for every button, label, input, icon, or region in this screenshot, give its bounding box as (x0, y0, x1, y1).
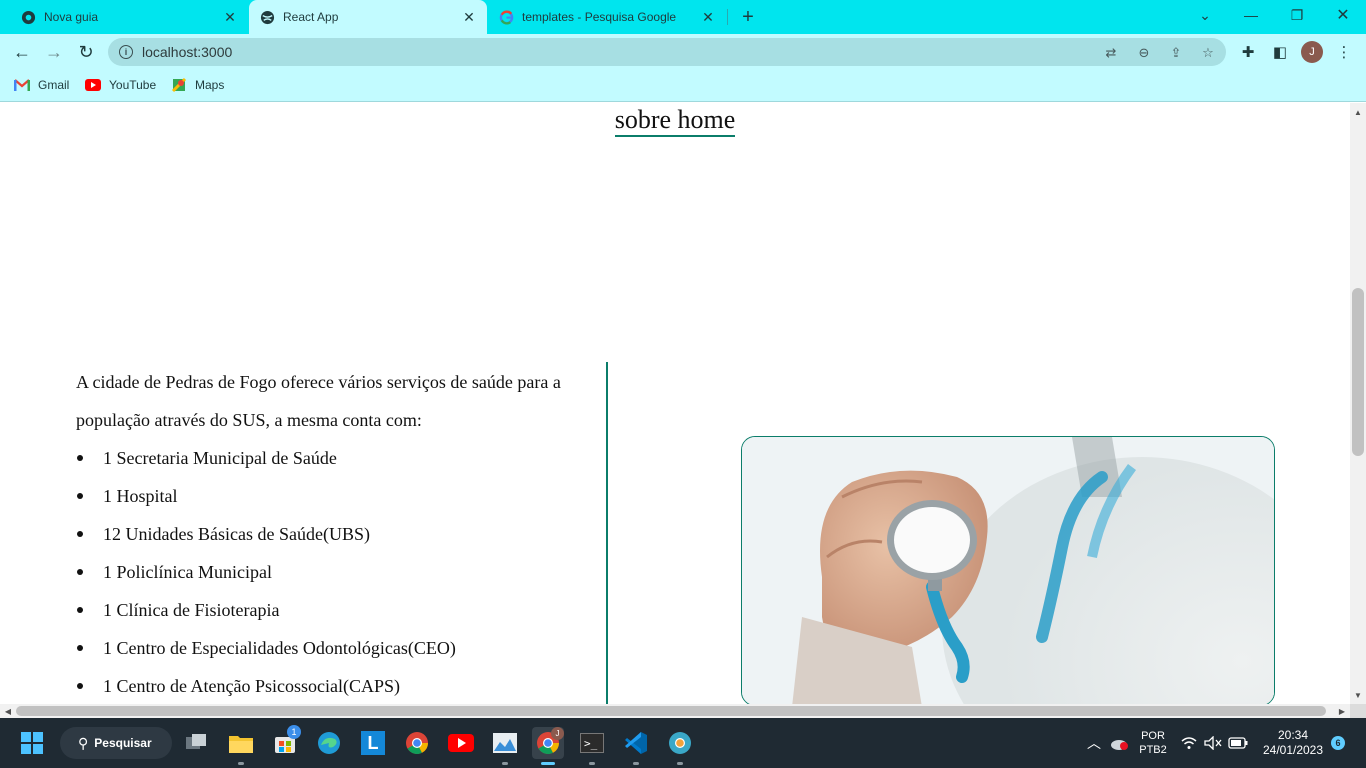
tab-title: React App (283, 10, 339, 24)
onedrive-icon[interactable] (1108, 718, 1130, 768)
restore-button[interactable]: ❐ (1274, 0, 1320, 30)
list-item: 12 Unidades Básicas de Saúde(UBS) (76, 515, 606, 553)
minimize-button[interactable]: — (1228, 0, 1274, 30)
scroll-corner (1350, 704, 1366, 718)
task-view-icon[interactable] (181, 727, 213, 759)
clock-time: 20:34 (1277, 728, 1309, 742)
close-tab-icon[interactable]: ✕ (698, 7, 718, 27)
keyboard-layout: PTB2 (1139, 744, 1167, 756)
bookmark-label: YouTube (109, 78, 157, 92)
bookmark-gmail[interactable]: Gmail (14, 77, 69, 93)
gmail-icon (14, 77, 30, 93)
vscode-icon[interactable] (620, 727, 652, 765)
list-item: 1 Hospital (76, 477, 606, 515)
terminal-icon[interactable]: >_ (576, 727, 608, 765)
services-text: A cidade de Pedras de Fogo oferece vário… (76, 363, 606, 704)
wifi-icon[interactable] (1180, 718, 1198, 768)
chrome-icon (20, 9, 36, 25)
list-item: 1 Policlínica Municipal (76, 553, 606, 591)
side-panel-icon[interactable]: ◧ (1270, 42, 1290, 62)
services-list: 1 Secretaria Municipal de Saúde 1 Hospit… (76, 439, 606, 704)
reload-button[interactable]: ↻ (72, 38, 100, 66)
bookmark-youtube[interactable]: YouTube (85, 77, 156, 93)
horizontal-scrollbar[interactable]: ◀ ▶ (0, 704, 1350, 718)
language-indicator[interactable]: POR PTB2 (1134, 718, 1172, 768)
bookmark-maps[interactable]: Maps (171, 77, 224, 93)
edge-icon[interactable] (313, 727, 345, 759)
scroll-down-icon[interactable]: ▼ (1350, 688, 1366, 702)
tab-react-app[interactable]: React App ✕ (249, 0, 487, 34)
search-icon: ⚲ (78, 734, 89, 751)
taskbar-search[interactable]: ⚲ Pesquisar (60, 727, 172, 759)
forward-button[interactable]: → (40, 38, 68, 66)
share-icon[interactable]: ⇪ (1167, 44, 1185, 62)
photos-icon[interactable] (489, 727, 521, 765)
list-item: 1 Secretaria Municipal de Saúde (76, 439, 606, 477)
scroll-right-icon[interactable]: ▶ (1335, 704, 1349, 718)
tab-nova-guia[interactable]: Nova guia ✕ (0, 0, 248, 34)
chrome-taskbar-icon[interactable] (401, 727, 433, 759)
profile-badge: J (551, 727, 564, 740)
language-code: POR (1141, 730, 1165, 742)
vertical-scrollbar[interactable]: ▲ ▼ (1350, 103, 1366, 704)
profile-avatar[interactable]: J (1301, 41, 1323, 63)
intro-paragraph: A cidade de Pedras de Fogo oferece vário… (76, 372, 561, 430)
store-badge: 1 (287, 725, 301, 739)
clock[interactable]: 20:34 24/01/2023 (1258, 718, 1328, 768)
zoom-icon[interactable]: ⊖ (1135, 44, 1153, 62)
maps-icon (171, 77, 187, 93)
show-hidden-icons-icon[interactable]: ︿ (1084, 718, 1104, 768)
file-explorer-icon[interactable] (225, 727, 257, 765)
translate-icon[interactable]: ⇄ (1102, 44, 1120, 62)
list-item: 1 Clínica de Fisioterapia (76, 591, 606, 629)
tab-strip: Nova guia ✕ React App ✕ templates - Pesq… (0, 0, 1366, 34)
address-bar[interactable]: i localhost:3000 ⇄ ⊖ ⇪ ☆ (108, 38, 1226, 66)
doctor-stethoscope-image (741, 436, 1275, 704)
volume-muted-icon[interactable] (1203, 718, 1223, 768)
l-app-icon[interactable]: L (357, 727, 389, 759)
google-icon (498, 9, 514, 25)
youtube-icon (85, 77, 101, 93)
url-text: localhost:3000 (142, 44, 233, 60)
microsoft-store-icon[interactable]: 1 (269, 725, 301, 759)
bookmark-label: Gmail (38, 78, 70, 92)
chrome-profile-taskbar-icon[interactable]: J (532, 727, 564, 765)
vertical-divider (606, 362, 608, 704)
tab-title: templates - Pesquisa Google (522, 10, 677, 24)
site-info-icon[interactable]: i (119, 45, 133, 59)
close-tab-icon[interactable]: ✕ (220, 7, 240, 27)
close-tab-icon[interactable]: ✕ (459, 7, 479, 27)
tab-templates-google[interactable]: templates - Pesquisa Google ✕ (488, 0, 726, 34)
chrome-canary-icon[interactable] (664, 727, 696, 765)
tab-search-icon[interactable]: ⌄ (1182, 0, 1228, 30)
page-title: sobre home (0, 105, 1350, 137)
bookmark-star-icon[interactable]: ☆ (1199, 44, 1217, 62)
menu-icon[interactable]: ⋮ (1334, 42, 1354, 62)
list-item: 1 Centro de Especialidades Odontológicas… (76, 629, 606, 667)
windows-taskbar: ⚲ Pesquisar 1 L J >_ ︿ POR PTB2 20:34 24… (0, 718, 1366, 768)
new-tab-button[interactable]: + (736, 5, 760, 29)
page-viewport: sobre home A cidade de Pedras de Fogo of… (0, 103, 1350, 704)
back-button[interactable]: ← (8, 38, 36, 66)
scroll-thumb[interactable] (16, 706, 1326, 716)
start-button[interactable] (16, 727, 48, 759)
extensions-icon[interactable]: ✚ (1238, 42, 1258, 62)
bookmarks-bar: Gmail YouTube Maps (0, 70, 1366, 102)
windows-logo-icon (21, 732, 43, 754)
youtube-taskbar-icon[interactable] (445, 727, 477, 759)
clock-date: 24/01/2023 (1262, 743, 1324, 757)
tab-title: Nova guia (44, 10, 99, 24)
tab-separator (727, 9, 728, 25)
scroll-thumb[interactable] (1352, 288, 1364, 456)
scroll-up-icon[interactable]: ▲ (1350, 105, 1366, 119)
close-window-button[interactable]: ✕ (1320, 0, 1366, 30)
search-label: Pesquisar (94, 736, 152, 750)
globe-icon (259, 9, 275, 25)
notification-badge[interactable]: 6 (1331, 736, 1345, 750)
browser-toolbar: ← → ↻ i localhost:3000 ⇄ ⊖ ⇪ ☆ ✚ ◧ ⋮ (0, 34, 1366, 70)
scroll-left-icon[interactable]: ◀ (1, 704, 15, 718)
battery-icon[interactable] (1227, 718, 1249, 768)
list-item: 1 Centro de Atenção Psicossocial(CAPS) (76, 667, 606, 704)
bookmark-label: Maps (195, 78, 225, 92)
